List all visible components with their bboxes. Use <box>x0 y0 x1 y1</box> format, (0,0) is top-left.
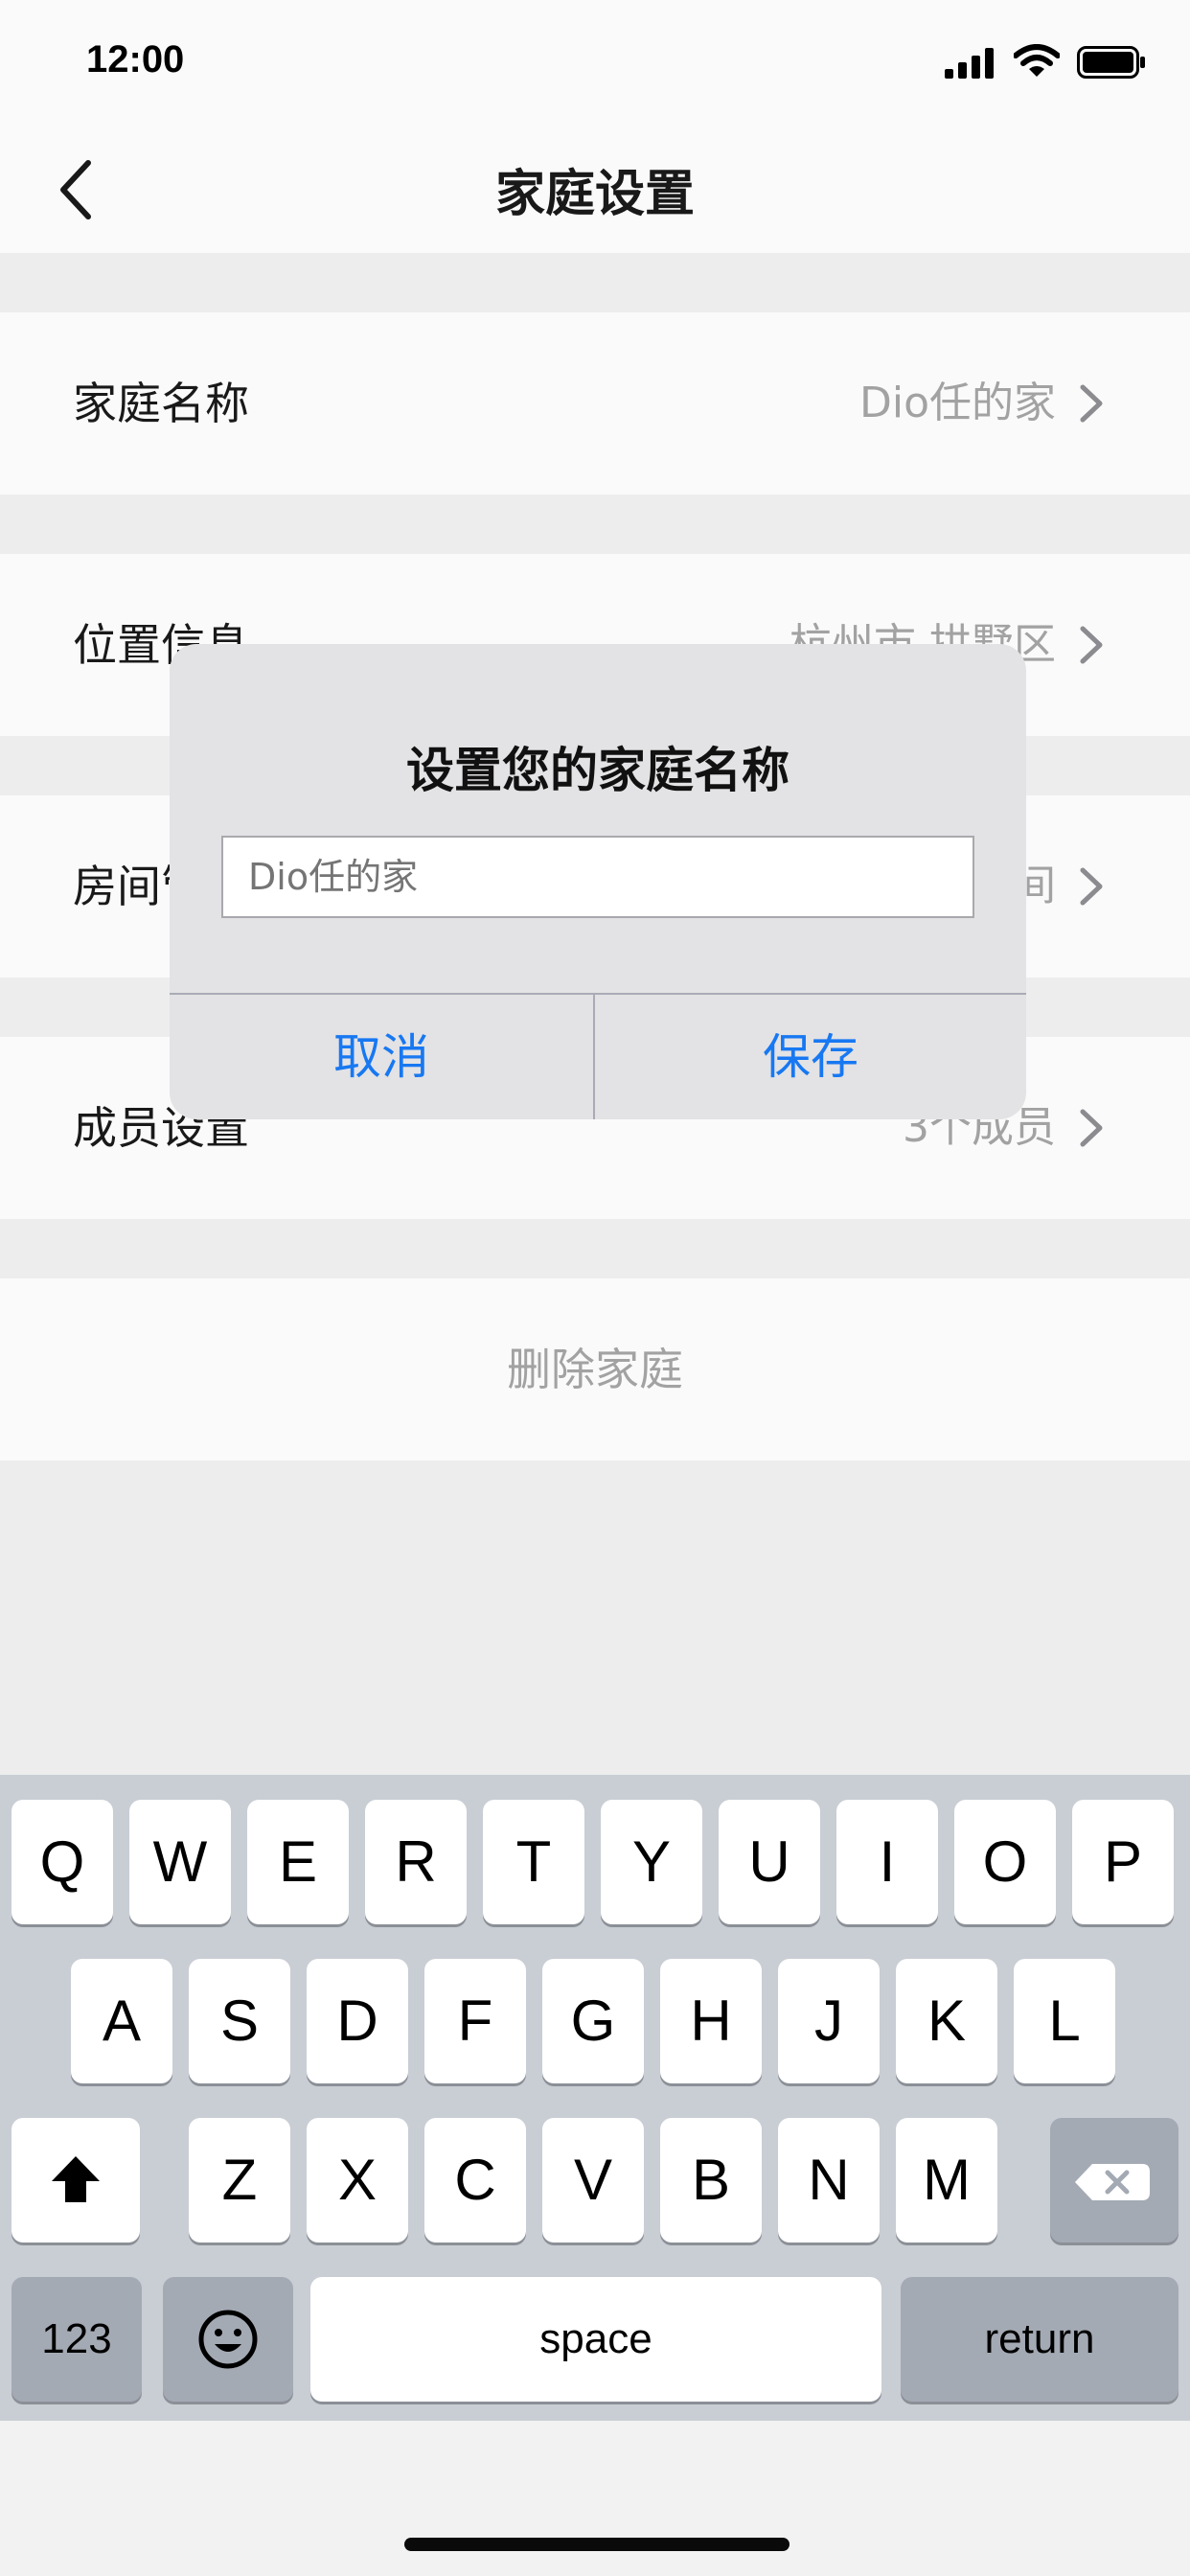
keyboard: Q W E R T Y U I O P A S D F G H J K L Z … <box>0 1775 1190 2421</box>
key-h[interactable]: H <box>660 1959 762 2083</box>
return-key[interactable]: return <box>901 2277 1179 2402</box>
key-i[interactable]: I <box>836 1800 938 1924</box>
key-e[interactable]: E <box>247 1800 349 1924</box>
numbers-key[interactable]: 123 <box>11 2277 142 2402</box>
save-button[interactable]: 保存 <box>595 995 1026 1119</box>
key-a[interactable]: A <box>71 1959 172 2083</box>
emoji-key[interactable] <box>163 2277 293 2402</box>
key-c[interactable]: C <box>424 2118 526 2242</box>
emoji-icon <box>198 2310 258 2369</box>
home-indicator[interactable] <box>404 2538 790 2551</box>
home-name-dialog: 设置您的家庭名称 取消 保存 <box>170 644 1026 1119</box>
key-m[interactable]: M <box>896 2118 997 2242</box>
cancel-button[interactable]: 取消 <box>170 995 593 1119</box>
key-f[interactable]: F <box>424 1959 526 2083</box>
key-y[interactable]: Y <box>601 1800 702 1924</box>
key-j[interactable]: J <box>778 1959 880 2083</box>
key-l[interactable]: L <box>1014 1959 1115 2083</box>
key-t[interactable]: T <box>483 1800 584 1924</box>
key-s[interactable]: S <box>189 1959 290 2083</box>
key-u[interactable]: U <box>719 1800 820 1924</box>
delete-key[interactable] <box>1050 2118 1179 2242</box>
key-k[interactable]: K <box>896 1959 997 2083</box>
key-b[interactable]: B <box>660 2118 762 2242</box>
space-key[interactable]: space <box>310 2277 881 2402</box>
key-q[interactable]: Q <box>11 1800 113 1924</box>
key-n[interactable]: N <box>778 2118 880 2242</box>
home-indicator-area <box>0 2421 1190 2576</box>
key-r[interactable]: R <box>365 1800 467 1924</box>
shift-key[interactable] <box>11 2118 140 2242</box>
key-d[interactable]: D <box>307 1959 408 2083</box>
home-name-input[interactable] <box>221 836 974 918</box>
key-x[interactable]: X <box>307 2118 408 2242</box>
key-w[interactable]: W <box>129 1800 231 1924</box>
dialog-title: 设置您的家庭名称 <box>406 743 790 798</box>
key-p[interactable]: P <box>1072 1800 1174 1924</box>
key-z[interactable]: Z <box>189 2118 290 2242</box>
key-g[interactable]: G <box>542 1959 644 2083</box>
backspace-icon <box>1075 2164 1150 2200</box>
key-o[interactable]: O <box>954 1800 1056 1924</box>
shift-arrow-icon <box>52 2156 100 2202</box>
key-v[interactable]: V <box>542 2118 644 2242</box>
